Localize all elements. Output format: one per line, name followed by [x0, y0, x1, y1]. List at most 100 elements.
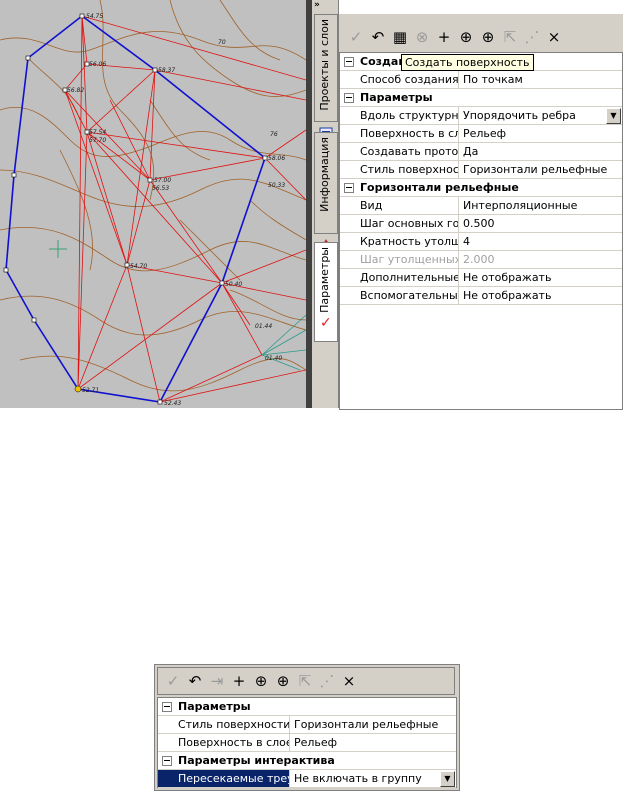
add-point-icon[interactable]: +	[435, 28, 453, 46]
property-grid: Создание Способ создания По точкам Параметр…	[339, 52, 623, 410]
point-elevation-label: 52.71	[82, 387, 99, 394]
collapse-icon[interactable]	[344, 93, 354, 103]
grid-select-icon[interactable]: ⋰	[523, 28, 541, 46]
property-value[interactable]: Упорядочить ребра ▼	[459, 107, 622, 124]
property-row[interactable]: Вспомогательные г... Не отображать	[340, 287, 622, 305]
point-elevation-label: 54.70	[130, 263, 147, 270]
property-row[interactable]: Вид Интерполяционные	[340, 197, 622, 215]
point-elevation-label: 76	[270, 131, 278, 138]
property-name: Поверхность в слое	[340, 125, 459, 142]
property-row[interactable]: Поверхность в слое Рельеф	[340, 125, 622, 143]
property-value-text: Горизонтали рельефные	[294, 718, 439, 731]
apply-icon[interactable]: ✓	[164, 672, 182, 690]
point-elevation-label: 70	[218, 39, 226, 46]
property-value[interactable]: 2.000	[459, 251, 622, 268]
point-elevation-label: 57.54	[89, 129, 106, 136]
property-value-text: По точкам	[463, 73, 523, 86]
tooltip: Создать поверхность	[401, 54, 534, 71]
capture-point-icon[interactable]: ⊕	[457, 28, 475, 46]
capture-point-icon[interactable]: ⊕	[252, 672, 270, 690]
property-value-text: 2.000	[463, 253, 495, 266]
collapse-icon[interactable]	[162, 756, 172, 766]
dropdown-arrow-icon[interactable]: ▼	[440, 771, 455, 787]
property-row[interactable]: Дополнительные го... Не отображать	[340, 269, 622, 287]
property-value[interactable]: 4	[459, 233, 622, 250]
property-row[interactable]: Пересекаемые треу...Не включать в группу…	[158, 770, 456, 788]
tab-label: Информация	[318, 137, 331, 212]
dropdown-arrow-icon[interactable]: ▼	[606, 108, 621, 124]
close-icon[interactable]: ×	[545, 28, 563, 46]
tab-label: Параметры	[318, 247, 331, 313]
collapse-icon[interactable]	[162, 702, 172, 712]
point-elevation-label: 56.82	[67, 87, 84, 94]
tab-information[interactable]: Информация	[314, 132, 338, 250]
property-value[interactable]: Рельеф	[290, 734, 456, 751]
property-row[interactable]: Способ создания По точкам	[340, 71, 622, 89]
property-category[interactable]: Параметры	[158, 698, 456, 716]
property-row[interactable]: Создавать протокол Да	[340, 143, 622, 161]
contour-lines	[0, 0, 306, 392]
tab-projects-and-layers[interactable]: Проекты и слои	[314, 14, 338, 141]
step-icon[interactable]: ⇥	[208, 672, 226, 690]
point-elevation-label: 52.43	[164, 400, 181, 407]
property-value-text: Интерполяционные	[463, 199, 578, 212]
property-value[interactable]: Да	[459, 143, 622, 160]
close-icon[interactable]: ×	[340, 672, 358, 690]
panel-toolbar: ✓ ↶ ▦ ⊗ + ⊕ ⊕ ⇱ ⋰ ×	[341, 24, 621, 52]
map-canvas[interactable]: 54.75 56.06 56.82 57.54 57.70 57.00 56.53 58.37…	[0, 0, 306, 408]
point-elevation-label: 57.70	[89, 137, 106, 144]
undo-icon[interactable]: ↶	[186, 672, 204, 690]
collapse-icon[interactable]	[344, 57, 354, 67]
property-category[interactable]: Параметры	[340, 89, 622, 107]
property-value[interactable]: Горизонтали рельефные	[290, 716, 456, 733]
property-row[interactable]: Шаг утолщенных го... 2.000	[340, 251, 622, 269]
cancel-icon[interactable]: ⊗	[413, 28, 431, 46]
property-row[interactable]: Кратность утолщения 4	[340, 233, 622, 251]
property-row[interactable]: Стиль поверхности Горизонтали рельефные	[340, 161, 622, 179]
property-category[interactable]: Горизонтали рельефные	[340, 179, 622, 197]
property-name: Шаг основных гориз...	[340, 215, 459, 232]
property-row[interactable]: Шаг основных гориз... 0.500	[340, 215, 622, 233]
property-value[interactable]: Не включать в группу ▼	[290, 770, 456, 787]
property-row[interactable]: Стиль поверхности Горизонтали рельефные	[158, 716, 456, 734]
property-value[interactable]: 0.500	[459, 215, 622, 232]
property-name: Вдоль структурных ...	[340, 107, 459, 124]
select-icon[interactable]: ⇱	[501, 28, 519, 46]
add-point-icon[interactable]: +	[230, 672, 248, 690]
property-value[interactable]: По точкам	[459, 71, 622, 88]
triangulation-drawing[interactable]: 54.75 56.06 56.82 57.5457.70 57.0056.53 58.37…	[0, 0, 306, 408]
move-point-icon[interactable]: ⊕	[274, 672, 292, 690]
check-icon: ✓	[320, 315, 332, 331]
point-elevation-label: 58.37	[158, 67, 175, 74]
property-name: Дополнительные го...	[340, 269, 459, 286]
create-surface-icon[interactable]: ▦	[391, 28, 409, 46]
point-elevation-label: 56.06	[89, 61, 106, 68]
collapse-panel-icon[interactable]: »	[314, 0, 320, 10]
tab-parameters[interactable]: Параметры ✓	[314, 242, 338, 342]
side-tabs: » Проекты и слои Информация Параметры ✓	[312, 0, 339, 408]
property-value-text: Рельеф	[294, 736, 338, 749]
point-elevation-label: 57.00	[154, 177, 171, 184]
property-name: Стиль поверхности	[158, 716, 290, 733]
point-elevation-label: 56.53	[152, 185, 169, 192]
property-name: Стиль поверхности	[340, 161, 459, 178]
move-point-icon[interactable]: ⊕	[479, 28, 497, 46]
property-value[interactable]: Не отображать	[459, 269, 622, 286]
property-value[interactable]: Рельеф	[459, 125, 622, 142]
undo-icon[interactable]: ↶	[369, 28, 387, 46]
apply-icon[interactable]: ✓	[347, 28, 365, 46]
property-value-text: 4	[463, 235, 470, 248]
property-category[interactable]: Параметры интерактива	[158, 752, 456, 770]
point-elevation-label: 58.06	[268, 155, 285, 162]
property-value[interactable]: Не отображать	[459, 287, 622, 304]
property-value[interactable]: Горизонтали рельефные	[459, 161, 622, 178]
select-icon[interactable]: ⇱	[296, 672, 314, 690]
property-row[interactable]: Поверхность в слое Рельеф	[158, 734, 456, 752]
grid-select-icon[interactable]: ⋰	[318, 672, 336, 690]
property-row[interactable]: Вдоль структурных ... Упорядочить ребра ▼	[340, 107, 622, 125]
collapse-icon[interactable]	[344, 183, 354, 193]
property-value-text: Не включать в группу	[294, 772, 422, 785]
property-value-text: Упорядочить ребра	[463, 109, 576, 122]
panel-toolbar: ✓ ↶ ⇥ + ⊕ ⊕ ⇱ ⋰ ×	[157, 667, 455, 695]
property-value[interactable]: Интерполяционные	[459, 197, 622, 214]
